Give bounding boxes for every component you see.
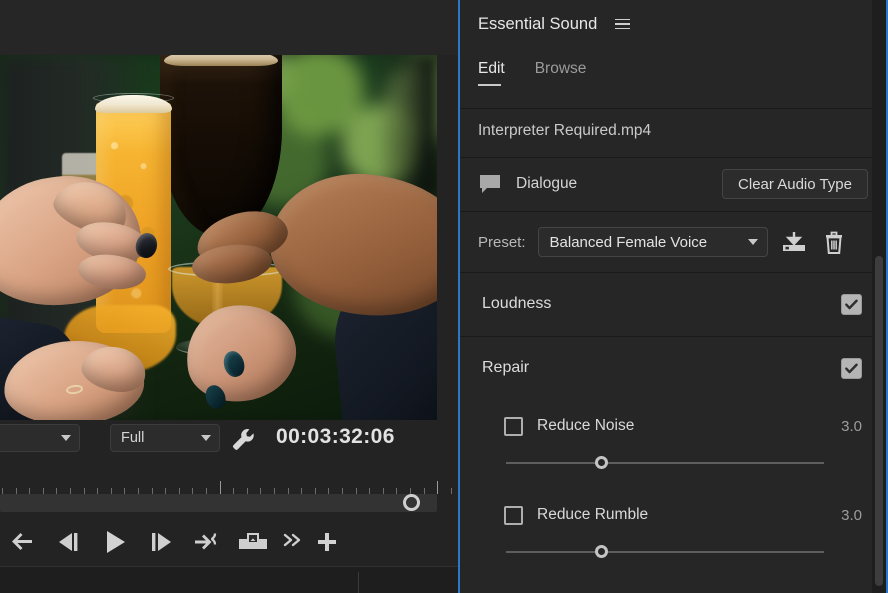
preset-label: Preset: xyxy=(478,233,526,251)
save-preset-icon[interactable] xyxy=(780,228,808,256)
preset-value: Balanced Female Voice xyxy=(549,233,708,251)
section-loudness-checkbox[interactable] xyxy=(841,293,862,315)
section-repair-checkbox[interactable] xyxy=(841,357,862,379)
section-repair-title: Repair xyxy=(482,359,530,376)
hamburger-menu-icon[interactable] xyxy=(615,18,631,30)
section-loudness[interactable]: Loudness xyxy=(460,273,886,335)
param-reduce-noise-slider[interactable] xyxy=(506,456,824,470)
param-reduce-rumble: Reduce Rumble 3.0 xyxy=(460,497,886,583)
panel-tabs: Edit Browse xyxy=(460,60,886,104)
settings-wrench-icon[interactable] xyxy=(230,426,258,452)
tab-browse[interactable]: Browse xyxy=(535,60,587,86)
ruler-tick xyxy=(219,481,221,494)
play-stop-button[interactable] xyxy=(92,520,138,564)
tab-edit[interactable]: Edit xyxy=(478,60,505,86)
time-ruler[interactable] xyxy=(0,478,458,494)
param-reduce-rumble-value[interactable]: 3.0 xyxy=(841,507,862,524)
param-reduce-noise: Reduce Noise 3.0 xyxy=(460,408,886,494)
export-frame-button[interactable] xyxy=(230,520,276,564)
param-reduce-noise-checkbox[interactable] xyxy=(504,416,523,436)
scrub-bar[interactable] xyxy=(0,494,437,512)
ruler-ticks xyxy=(0,478,458,494)
panel-title: Essential Sound xyxy=(478,14,598,33)
chevron-down-icon xyxy=(61,435,71,441)
transport-controls xyxy=(0,518,458,566)
panel-scrollbar[interactable] xyxy=(875,256,883,586)
section-repair[interactable]: Repair xyxy=(460,337,886,399)
param-reduce-rumble-label: Reduce Rumble xyxy=(537,506,649,523)
slider-thumb[interactable] xyxy=(594,545,608,558)
panel-divider xyxy=(358,572,359,593)
lager-glass-rim xyxy=(93,93,174,103)
step-forward-button[interactable] xyxy=(138,520,184,564)
button-editor-overflow[interactable] xyxy=(276,520,310,564)
slider-thumb[interactable] xyxy=(594,456,608,469)
playhead-marker[interactable] xyxy=(402,494,420,511)
playback-resolution-value: Full xyxy=(121,430,145,446)
divider-audio-type xyxy=(460,211,886,212)
audio-type-row: Dialogue Clear Audio Type xyxy=(460,158,886,210)
ruler-tick xyxy=(450,488,452,494)
go-to-in-point-button[interactable] xyxy=(0,520,46,564)
param-reduce-rumble-header: Reduce Rumble 3.0 xyxy=(504,503,862,527)
chevron-down-icon xyxy=(201,435,211,441)
ruler-tick xyxy=(437,481,439,494)
selected-clip-filename: Interpreter Required.mp4 xyxy=(478,122,652,139)
param-reduce-rumble-slider[interactable] xyxy=(506,545,824,559)
section-loudness-title: Loudness xyxy=(482,295,552,312)
step-back-button[interactable] xyxy=(46,520,92,564)
essential-sound-panel: Essential Sound Edit Browse Interpreter … xyxy=(458,0,888,593)
button-editor-add[interactable] xyxy=(310,520,344,564)
premiere-pro-window: Full 00:03:32:06 Essential Sound Edit Br… xyxy=(0,0,888,593)
zoom-level-dropdown[interactable] xyxy=(0,424,80,452)
preset-row: Preset: Balanced Female Voice xyxy=(460,218,886,266)
param-reduce-noise-header: Reduce Noise 3.0 xyxy=(504,414,862,438)
panel-bottom-strip xyxy=(0,566,458,593)
param-reduce-noise-value[interactable]: 3.0 xyxy=(841,418,862,435)
program-monitor-panel: Full 00:03:32:06 xyxy=(0,0,458,593)
trash-icon[interactable] xyxy=(820,228,848,256)
preset-dropdown[interactable]: Balanced Female Voice xyxy=(537,227,768,257)
playback-resolution-dropdown[interactable]: Full xyxy=(110,424,220,452)
essential-sound-header: Essential Sound xyxy=(460,0,886,48)
divider-tabs xyxy=(460,108,886,109)
speech-bubble-icon xyxy=(478,174,502,194)
video-preview[interactable] xyxy=(0,55,437,420)
current-timecode[interactable]: 00:03:32:06 xyxy=(276,425,395,449)
param-reduce-rumble-checkbox[interactable] xyxy=(504,505,523,525)
clear-audio-type-button[interactable]: Clear Audio Type xyxy=(722,169,868,199)
chevron-down-icon xyxy=(747,239,758,245)
param-reduce-noise-label: Reduce Noise xyxy=(537,417,635,434)
monitor-top-area xyxy=(0,0,458,55)
slider-track xyxy=(506,551,824,553)
video-frame xyxy=(0,55,437,420)
audio-type-label: Dialogue xyxy=(516,175,578,192)
slider-track xyxy=(506,462,824,464)
go-to-out-point-button[interactable] xyxy=(184,520,230,564)
stout-foam-head xyxy=(164,55,278,66)
